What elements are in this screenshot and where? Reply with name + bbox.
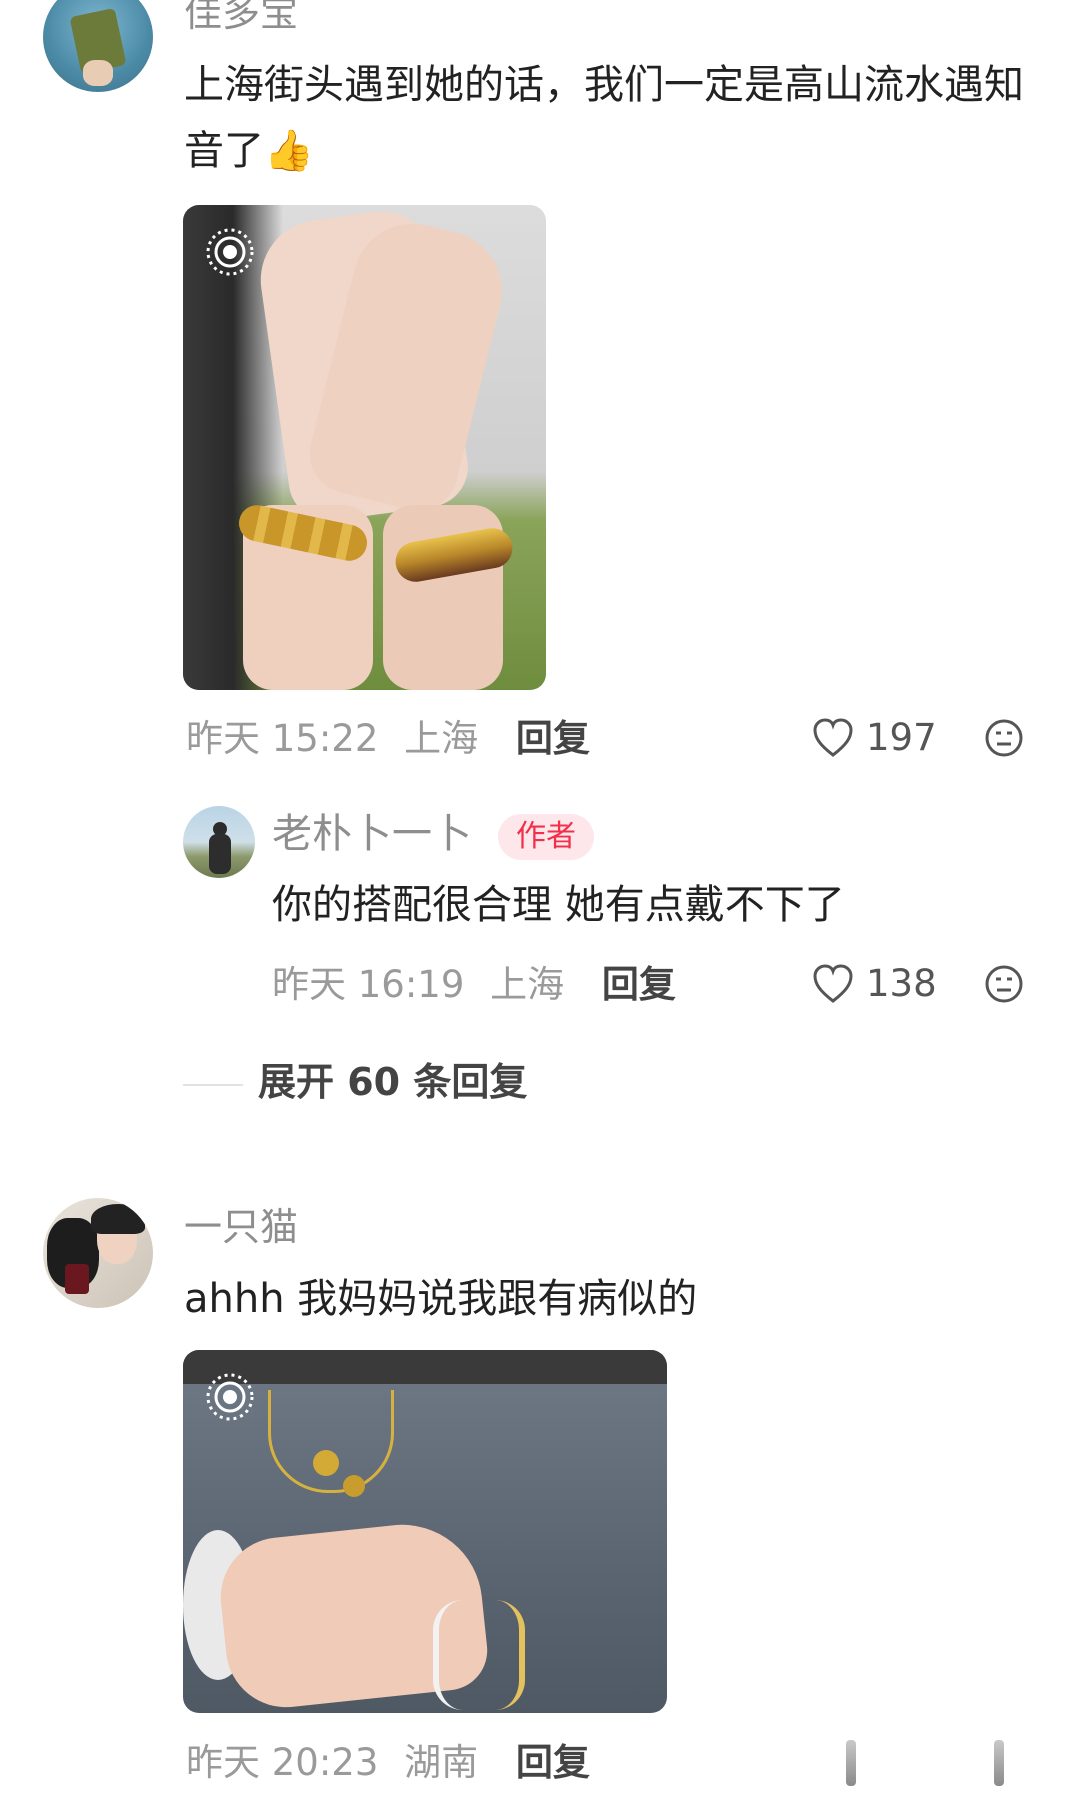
- comment-location: 上海: [404, 717, 479, 760]
- like-icon-partial[interactable]: [846, 1740, 856, 1786]
- avatar[interactable]: [43, 0, 153, 92]
- comment-meta: 昨天 20:23 湖南 回复: [186, 1744, 590, 1781]
- avatar[interactable]: [183, 806, 255, 878]
- comment-username[interactable]: 佳多宝: [184, 0, 298, 32]
- like-count: 138: [866, 962, 937, 1005]
- reply-button[interactable]: 回复: [516, 717, 590, 760]
- reply-text: 你的搭配很合理 她有点戴不下了: [272, 882, 845, 928]
- reply-username[interactable]: 老朴卜一卜: [272, 814, 472, 854]
- dislike-icon-partial[interactable]: [994, 1740, 1004, 1786]
- reply-meta: 昨天 16:19 上海 回复: [272, 966, 676, 1003]
- like-button[interactable]: 197: [812, 716, 937, 759]
- comment-username[interactable]: 一只猫: [184, 1208, 298, 1246]
- comment-time: 昨天 15:22: [186, 717, 379, 760]
- like-count: 197: [866, 716, 937, 759]
- live-photo-icon: [206, 228, 254, 276]
- comment-time: 昨天 20:23: [186, 1741, 379, 1784]
- comment-photo[interactable]: [183, 205, 546, 690]
- reply-button[interactable]: 回复: [516, 1741, 590, 1784]
- comment-photo[interactable]: [183, 1350, 667, 1713]
- reply-button[interactable]: 回复: [602, 963, 676, 1006]
- reply-location: 上海: [490, 963, 565, 1006]
- heart-outline-icon: [813, 963, 853, 1003]
- expand-replies-label[interactable]: 展开 60 条回复: [258, 1063, 527, 1101]
- avatar[interactable]: [43, 1198, 153, 1308]
- author-badge: 作者: [498, 814, 594, 860]
- divider: [183, 1084, 243, 1086]
- comment-text: 上海街头遇到她的话，我们一定是高山流水遇知音了👍: [184, 52, 1044, 184]
- heart-outline-icon: [813, 717, 853, 757]
- meh-face-icon[interactable]: [984, 718, 1024, 758]
- comment-meta: 昨天 15:22 上海 回复: [186, 720, 590, 757]
- live-photo-icon: [206, 1373, 254, 1421]
- reply-time: 昨天 16:19: [272, 963, 465, 1006]
- comment-text: ahhh 我妈妈说我跟有病似的: [184, 1276, 698, 1322]
- comment-text-body: 上海街头遇到她的话，我们一定是高山流水遇知音了👍: [184, 62, 1024, 174]
- meh-face-icon[interactable]: [984, 964, 1024, 1004]
- like-button[interactable]: 138: [812, 962, 937, 1005]
- comment-location: 湖南: [404, 1741, 479, 1784]
